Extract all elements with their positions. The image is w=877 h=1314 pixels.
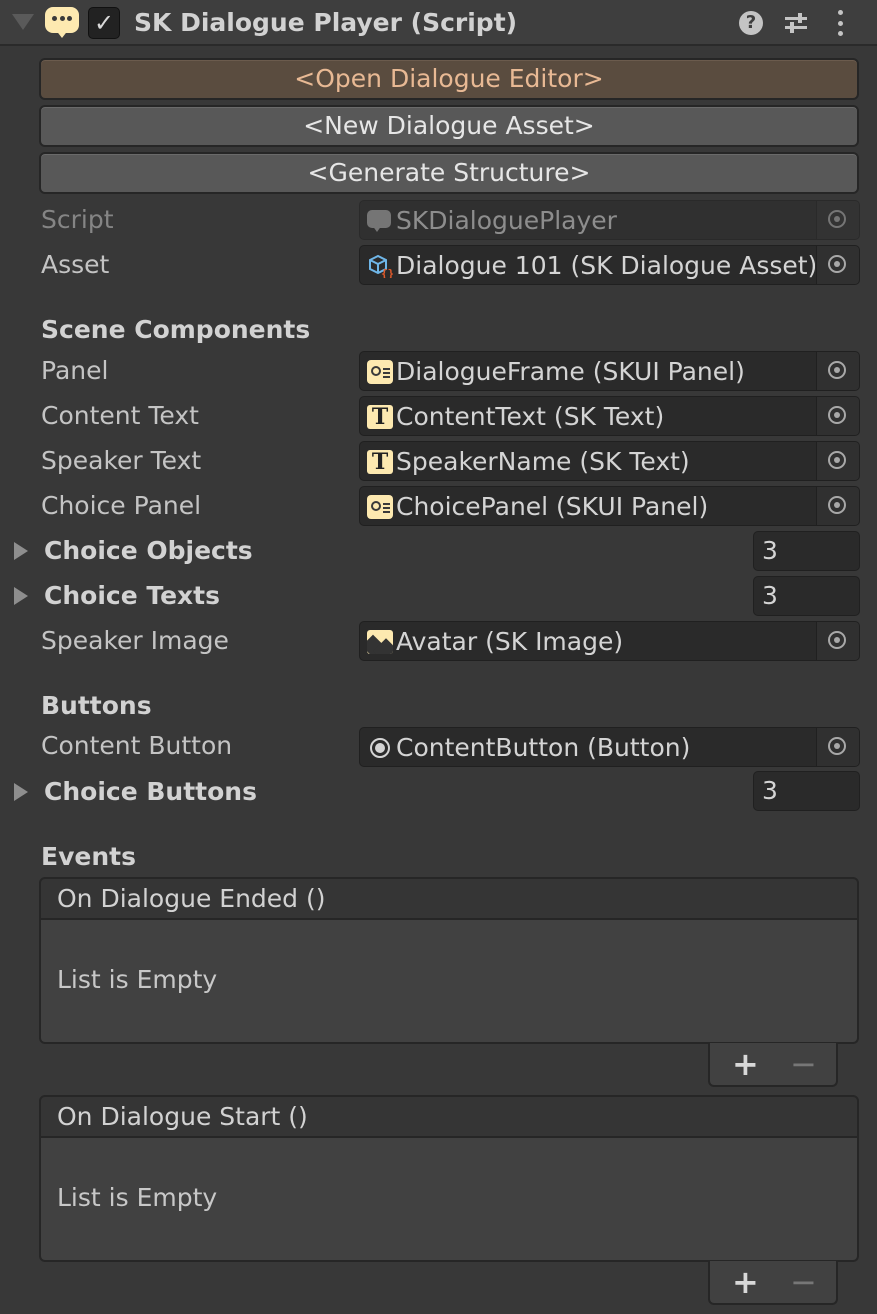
choice-texts-foldout[interactable]: Choice Texts [44, 580, 220, 612]
choice-objects-size-field[interactable]: 3 [753, 531, 860, 571]
object-picker-icon [816, 201, 859, 239]
script-label: Script [41, 205, 114, 234]
remove-listener-button[interactable]: − [790, 1263, 817, 1301]
speaker-image-field[interactable]: Avatar (SK Image) [359, 621, 860, 661]
panel-icon [367, 495, 393, 519]
panel-icon [367, 360, 393, 384]
add-listener-button[interactable]: + [732, 1045, 759, 1083]
object-picker-icon[interactable] [816, 442, 859, 480]
list-empty-text: List is Empty [57, 965, 218, 994]
content-button-field-value: ContentButton (Button) [396, 733, 691, 762]
content-button-field[interactable]: ContentButton (Button) [359, 727, 860, 767]
event-list-body: List is Empty [39, 920, 859, 1044]
script-field: SKDialoguePlayer [359, 200, 860, 240]
choice-panel-label: Choice Panel [41, 491, 202, 520]
speaker-image-field-value: Avatar (SK Image) [396, 627, 624, 656]
open-dialogue-editor-button[interactable]: <Open Dialogue Editor> [39, 58, 859, 100]
object-picker-icon[interactable] [816, 622, 859, 660]
foldout-arrow-icon[interactable] [14, 783, 28, 801]
svg-text:{}: {} [381, 267, 393, 278]
panel-field[interactable]: DialogueFrame (SKUI Panel) [359, 351, 860, 391]
panel-field-value: DialogueFrame (SKUI Panel) [396, 357, 745, 386]
object-picker-icon[interactable] [816, 352, 859, 390]
text-icon: T [367, 450, 393, 474]
event-list-footer: + − [708, 1261, 838, 1305]
content-text-label: Content Text [41, 401, 199, 430]
speaker-text-field[interactable]: T SpeakerName (SK Text) [359, 441, 860, 481]
asset-field-value: Dialogue 101 (SK Dialogue Asset) [396, 251, 815, 280]
choice-texts-size-field[interactable]: 3 [753, 576, 860, 616]
asset-label: Asset [41, 250, 110, 279]
image-icon [367, 630, 393, 654]
text-icon: T [367, 405, 393, 429]
choice-objects-foldout[interactable]: Choice Objects [44, 535, 253, 567]
context-menu-icon[interactable] [836, 10, 844, 36]
scene-components-header: Scene Components [41, 315, 311, 344]
choice-buttons-foldout[interactable]: Choice Buttons [44, 776, 257, 808]
event-header-dialogue-ended: On Dialogue Ended () [39, 877, 859, 920]
choice-buttons-size-field[interactable]: 3 [753, 771, 860, 811]
add-listener-button[interactable]: + [732, 1263, 759, 1301]
panel-label: Panel [41, 356, 109, 385]
speaker-image-label: Speaker Image [41, 626, 229, 655]
event-list-body: List is Empty [39, 1138, 859, 1262]
component-title: SK Dialogue Player (Script) [134, 8, 518, 37]
asset-field[interactable]: {} Dialogue 101 (SK Dialogue Asset) [359, 245, 860, 285]
help-icon[interactable]: ? [739, 11, 763, 35]
buttons-section-header: Buttons [41, 691, 152, 720]
choice-panel-field-value: ChoicePanel (SKUI Panel) [396, 492, 709, 521]
object-picker-icon[interactable] [816, 246, 859, 284]
collapse-triangle-icon[interactable] [12, 14, 34, 30]
object-picker-icon[interactable] [816, 487, 859, 525]
button-component-icon [370, 738, 390, 758]
script-field-value: SKDialoguePlayer [396, 206, 617, 235]
object-picker-icon[interactable] [816, 397, 859, 435]
choice-panel-field[interactable]: ChoicePanel (SKUI Panel) [359, 486, 860, 526]
object-picker-icon[interactable] [816, 728, 859, 766]
list-empty-text: List is Empty [57, 1183, 218, 1212]
speaker-text-label: Speaker Text [41, 446, 202, 475]
events-section-header: Events [41, 842, 136, 871]
remove-listener-button[interactable]: − [790, 1045, 817, 1083]
event-list-footer: + − [708, 1043, 838, 1087]
foldout-arrow-icon[interactable] [14, 587, 28, 605]
script-chat-icon [367, 210, 391, 232]
presets-sliders-icon[interactable] [783, 10, 809, 36]
event-header-dialogue-start: On Dialogue Start () [39, 1095, 859, 1138]
component-header[interactable]: ✓ SK Dialogue Player (Script) ? [0, 0, 877, 46]
foldout-arrow-icon[interactable] [14, 542, 28, 560]
content-text-field-value: ContentText (SK Text) [396, 402, 665, 431]
chat-bubble-icon [45, 7, 79, 38]
new-dialogue-asset-button[interactable]: <New Dialogue Asset> [39, 105, 859, 147]
speaker-text-field-value: SpeakerName (SK Text) [396, 447, 690, 476]
generate-structure-button[interactable]: <Generate Structure> [39, 152, 859, 194]
content-button-label: Content Button [41, 731, 233, 760]
content-text-field[interactable]: T ContentText (SK Text) [359, 396, 860, 436]
scriptable-object-icon: {} [369, 254, 393, 278]
enabled-checkbox[interactable]: ✓ [88, 7, 120, 39]
